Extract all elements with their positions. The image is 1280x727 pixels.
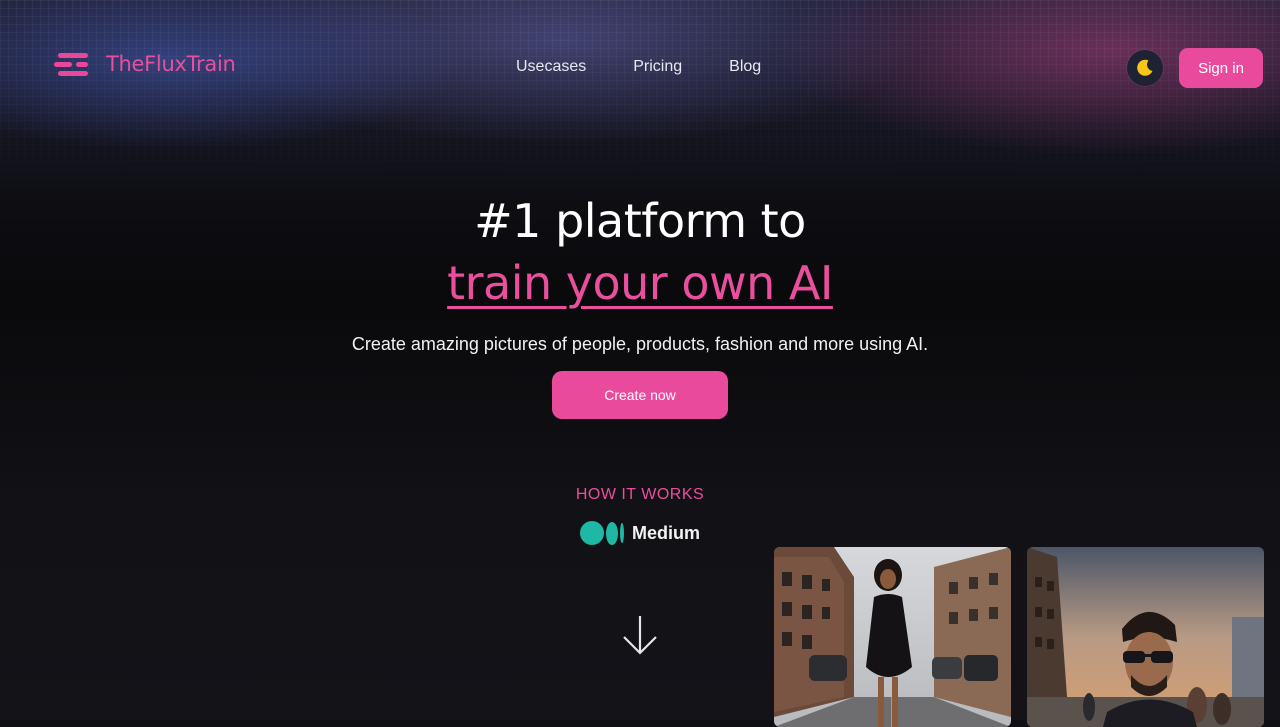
hero-subtitle: Create amazing pictures of people, produ…	[351, 334, 929, 354]
theme-toggle-button[interactable]	[1127, 50, 1163, 86]
medium-logo-icon	[580, 521, 624, 545]
hero-title-line1: #1 platform to	[474, 194, 806, 248]
medium-link[interactable]: Medium	[580, 521, 700, 545]
hero-title-accent: train your own AI	[447, 256, 833, 310]
sign-in-button[interactable]: Sign in	[1179, 48, 1263, 88]
woman-walking-city-street-photo	[774, 547, 1011, 727]
hero-section: #1 platform to train your own AI Create …	[0, 190, 1280, 355]
stacked-bars-icon	[54, 50, 90, 78]
main-nav-links: Usecases Pricing Blog	[516, 58, 761, 76]
brand-name: TheFluxTrain	[106, 52, 236, 76]
moon-icon	[1137, 59, 1153, 76]
create-now-button[interactable]: Create now	[552, 371, 728, 419]
medium-label: Medium	[632, 522, 701, 543]
brand-logo-link[interactable]: TheFluxTrain	[54, 50, 236, 78]
nav-link-usecases[interactable]: Usecases	[516, 58, 586, 76]
arrow-down-icon[interactable]	[620, 612, 660, 660]
nav-link-blog[interactable]: Blog	[729, 58, 761, 76]
man-sunglasses-city-sunset-photo	[1027, 547, 1264, 727]
nav-link-pricing[interactable]: Pricing	[633, 58, 682, 76]
how-it-works-label: HOW IT WORKS	[575, 486, 705, 503]
top-navigation: TheFluxTrain Usecases Pricing Blog Sign …	[0, 0, 1280, 136]
